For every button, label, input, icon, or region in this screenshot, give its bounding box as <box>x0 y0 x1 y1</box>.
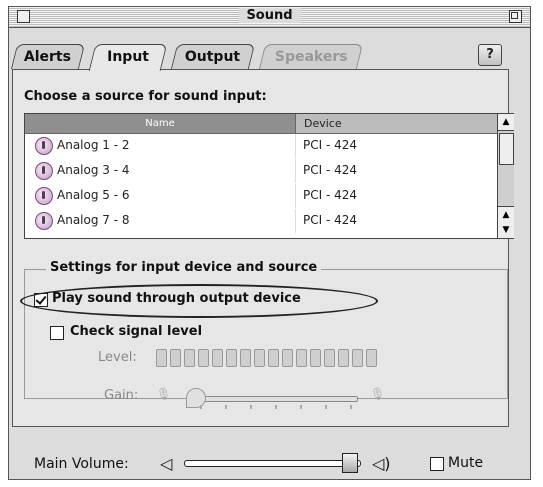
tab-output[interactable]: Output <box>170 44 256 69</box>
column-divider <box>295 209 296 233</box>
tab-alerts[interactable]: Alerts <box>10 44 86 69</box>
list-header: Name Device <box>25 114 497 134</box>
speaker-low-icon: ◁ <box>160 454 173 473</box>
source-device: PCI - 424 <box>303 213 358 227</box>
gain-slider[interactable] <box>196 396 358 402</box>
source-device: PCI - 424 <box>303 138 358 152</box>
gain-tick <box>350 405 352 409</box>
gain-slider-thumb[interactable] <box>186 388 206 408</box>
microphone-icon: 🎙 <box>156 387 172 401</box>
source-name: Analog 5 - 6 <box>57 188 130 202</box>
list-item[interactable]: Analog 5 - 6 PCI - 424 <box>25 184 497 208</box>
gain-label: Gain: <box>104 388 139 403</box>
level-segment <box>324 349 335 367</box>
speaker-high-icon: ◁) <box>372 454 391 473</box>
list-scrollbar[interactable]: ▲ ▲ ▼ <box>497 114 514 238</box>
level-label: Level: <box>98 350 137 365</box>
check-signal-checkbox[interactable] <box>50 326 64 340</box>
gain-tick <box>225 405 227 409</box>
list-item[interactable]: Analog 3 - 4 PCI - 424 <box>25 159 497 183</box>
level-segment <box>226 349 237 367</box>
level-segment <box>310 349 321 367</box>
level-segment <box>184 349 195 367</box>
level-segment <box>156 349 167 367</box>
help-button[interactable]: ? <box>478 44 502 66</box>
list-item[interactable]: Analog 7 - 8 PCI - 424 <box>25 209 497 233</box>
list-item[interactable]: Analog 1 - 2 PCI - 424 <box>25 134 497 158</box>
level-segment <box>170 349 181 367</box>
column-divider <box>295 134 296 158</box>
settings-group-title: Settings for input device and source <box>46 260 322 275</box>
microphone-icon <box>35 187 53 205</box>
source-device: PCI - 424 <box>303 188 358 202</box>
scroll-thumb[interactable] <box>499 133 514 165</box>
main-volume-slider[interactable] <box>184 460 361 467</box>
tab-input[interactable]: Input <box>88 44 168 71</box>
arrow-up-icon[interactable]: ▲ <box>498 114 514 131</box>
source-name: Analog 7 - 8 <box>57 213 130 227</box>
source-name: Analog 1 - 2 <box>57 138 130 152</box>
column-header-device[interactable]: Device <box>304 114 342 133</box>
microphone-icon <box>35 137 53 155</box>
source-heading: Choose a source for sound input: <box>24 89 267 104</box>
microphone-icon <box>35 162 53 180</box>
level-segment <box>338 349 349 367</box>
close-box-icon[interactable] <box>17 10 30 23</box>
source-list[interactable]: Name Device Analog 1 - 2 PCI - 424 Analo… <box>24 113 514 239</box>
column-divider <box>295 159 296 183</box>
level-segment <box>254 349 265 367</box>
level-segment <box>198 349 209 367</box>
check-signal-label[interactable]: Check signal level <box>70 324 202 339</box>
level-segment <box>352 349 363 367</box>
column-header-name[interactable]: Name <box>25 114 296 133</box>
level-segment <box>366 349 377 367</box>
level-segment <box>268 349 279 367</box>
main-volume-label: Main Volume: <box>34 456 129 472</box>
microphone-icon <box>35 212 53 230</box>
column-divider <box>295 184 296 208</box>
title-bar[interactable]: Sound <box>9 7 530 28</box>
level-segment <box>212 349 223 367</box>
source-device: PCI - 424 <box>303 163 358 177</box>
gain-tick <box>300 405 302 409</box>
level-segment <box>296 349 307 367</box>
arrow-down-icon[interactable]: ▼ <box>498 222 514 238</box>
level-segment <box>240 349 251 367</box>
mute-checkbox[interactable] <box>430 457 444 471</box>
gain-tick <box>200 405 202 409</box>
tab-speakers: Speakers <box>258 44 364 69</box>
source-name: Analog 3 - 4 <box>57 163 130 177</box>
main-volume-thumb[interactable] <box>341 453 358 473</box>
gain-tick <box>250 405 252 409</box>
gain-tick <box>275 405 277 409</box>
zoom-box-icon[interactable] <box>509 10 522 23</box>
mute-label[interactable]: Mute <box>448 455 483 471</box>
window-title: Sound <box>238 8 301 23</box>
highlight-ellipse <box>20 284 378 318</box>
gain-tick <box>325 405 327 409</box>
microphone-icon: 🎙 <box>370 387 386 401</box>
level-segment <box>282 349 293 367</box>
